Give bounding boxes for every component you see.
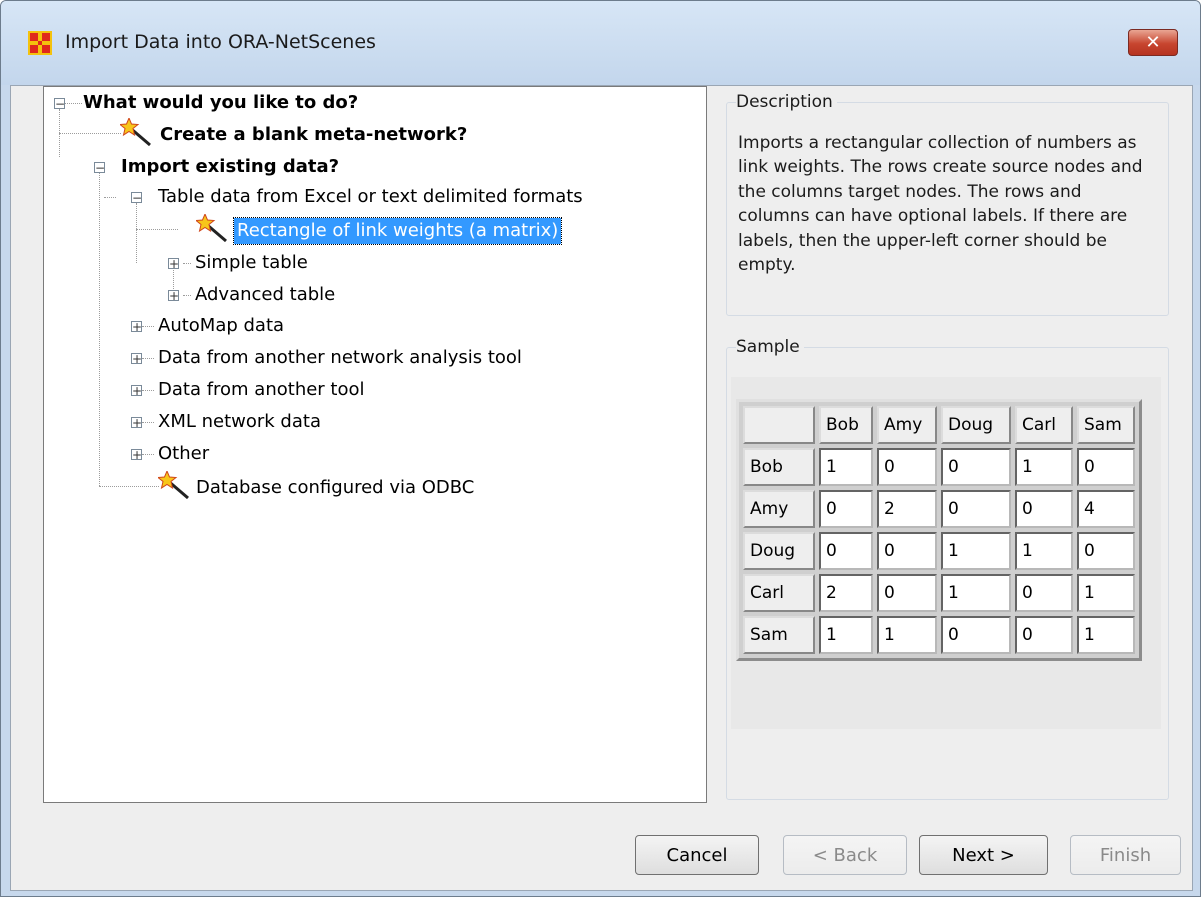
ora-app-icon [28,31,52,55]
table-row-label: Amy [743,490,815,528]
tree-node-network-tool[interactable]: Data from another network analysis tool [158,345,522,371]
table-row: Sam 1 1 0 0 1 [743,616,1135,654]
table-row: Doug 0 0 1 1 0 [743,532,1135,570]
table-header-cell: Bob [819,406,873,444]
description-text: Imports a rectangular collection of numb… [738,133,1143,276]
table-cell: 1 [819,616,873,654]
collapse-import-toggle[interactable]: − [94,162,105,174]
table-cell: 0 [1015,616,1073,654]
table-cell: 1 [1077,616,1135,654]
next-button[interactable]: Next > [919,835,1048,875]
table-cell: 0 [941,490,1011,528]
table-cell: 0 [1015,574,1073,612]
tree-node-simple-table[interactable]: Simple table [195,250,308,276]
expand-advanced-table-toggle[interactable]: + [168,290,179,302]
table-cell: 0 [877,574,937,612]
import-options-tree[interactable]: − What would you like to do? Create a bl… [43,86,707,803]
table-cell: 2 [819,574,873,612]
tree-node-other[interactable]: Other [158,441,209,467]
tree-node-another-tool[interactable]: Data from another tool [158,377,365,403]
table-cell: 1 [819,448,873,486]
collapse-table-data-toggle[interactable]: − [131,192,142,204]
import-dialog: Import Data into ORA-NetScenes ✕ − What … [0,0,1201,897]
table-cell: 1 [1015,532,1073,570]
tree-node-table-data[interactable]: Table data from Excel or text delimited … [158,184,583,210]
description-title: Description [736,92,837,112]
table-header-cell: Carl [1015,406,1073,444]
table-cell: 1 [1015,448,1073,486]
table-header-row: Bob Amy Doug Carl Sam [743,406,1135,444]
tree-node-database-odbc[interactable]: Database configured via ODBC [196,475,474,501]
expand-simple-table-toggle[interactable]: + [168,258,179,270]
magic-wand-icon [158,471,189,499]
table-header-cell: Amy [877,406,937,444]
table-row: Bob 1 0 0 1 0 [743,448,1135,486]
expand-automap-toggle[interactable]: + [131,321,142,333]
table-row: Amy 0 2 0 0 4 [743,490,1135,528]
tree-node-advanced-table[interactable]: Advanced table [195,282,335,308]
close-button[interactable]: ✕ [1128,29,1178,56]
magic-wand-icon [120,118,151,146]
table-header-cell: Doug [941,406,1011,444]
table-cell: 0 [877,448,937,486]
table-row: Carl 2 0 1 0 1 [743,574,1135,612]
magic-wand-icon [196,214,227,242]
expand-xml-toggle[interactable]: + [131,417,142,429]
cancel-button[interactable]: Cancel [635,835,759,875]
table-cell: 0 [877,532,937,570]
expand-network-tool-toggle[interactable]: + [131,353,142,365]
table-cell: 1 [877,616,937,654]
tree-node-xml[interactable]: XML network data [158,409,321,435]
table-cell: 0 [819,532,873,570]
table-cell: 1 [941,532,1011,570]
table-cell: 0 [819,490,873,528]
tree-node-automap[interactable]: AutoMap data [158,313,284,339]
sample-title: Sample [736,337,804,357]
table-header-cell [743,406,815,444]
tree-node-root[interactable]: What would you like to do? [83,90,358,116]
table-row-label: Sam [743,616,815,654]
back-button[interactable]: < Back [783,835,907,875]
table-row-label: Doug [743,532,815,570]
tree-node-rectangle-link-weights[interactable]: Rectangle of link weights (a matrix) [232,217,563,245]
expand-other-toggle[interactable]: + [131,449,142,461]
tree-node-import-existing[interactable]: Import existing data? [121,154,339,180]
table-cell: 4 [1077,490,1135,528]
table-row-label: Carl [743,574,815,612]
table-cell: 0 [1015,490,1073,528]
table-cell: 2 [877,490,937,528]
table-cell: 1 [1077,574,1135,612]
table-cell: 0 [941,448,1011,486]
finish-button[interactable]: Finish [1070,835,1181,875]
table-cell: 1 [941,574,1011,612]
tree-node-create-blank[interactable]: Create a blank meta-network? [160,122,467,148]
table-cell: 0 [1077,448,1135,486]
table-header-cell: Sam [1077,406,1135,444]
table-cell: 0 [1077,532,1135,570]
expand-another-tool-toggle[interactable]: + [131,385,142,397]
table-cell: 0 [941,616,1011,654]
collapse-root-toggle[interactable]: − [54,98,65,110]
window-title: Import Data into ORA-NetScenes [65,31,376,53]
title-bar: Import Data into ORA-NetScenes ✕ [1,1,1200,85]
table-row-label: Bob [743,448,815,486]
sample-matrix-table: Bob Amy Doug Carl Sam Bob 1 0 0 1 0 Amy … [736,399,1142,661]
